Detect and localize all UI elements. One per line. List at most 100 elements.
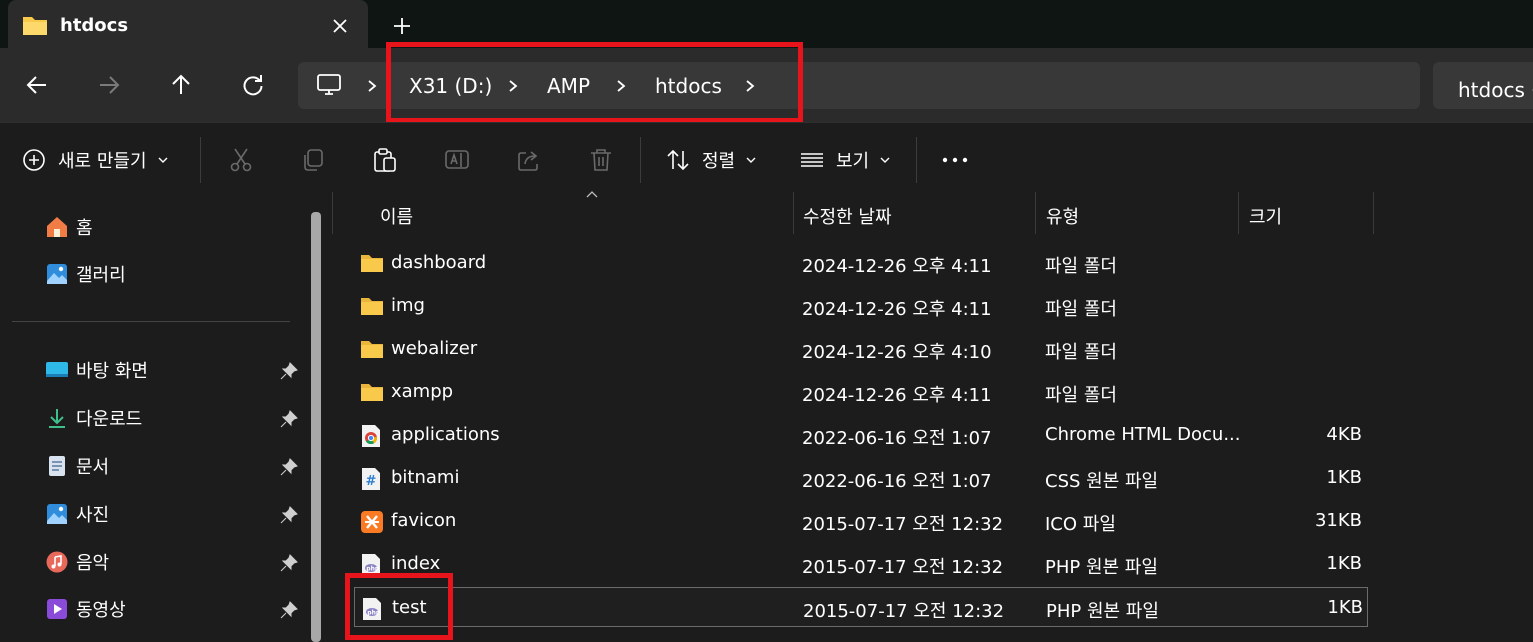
svg-text:#: # <box>366 474 377 489</box>
cut-icon[interactable] <box>228 147 254 173</box>
file-name: favicon <box>391 510 457 531</box>
pin-icon[interactable] <box>280 554 298 572</box>
sort-button[interactable]: 정렬 <box>666 147 757 173</box>
address-bar[interactable]: X31 (D:) AMP htdocs <box>298 62 1420 109</box>
toolbar-divider <box>640 137 641 183</box>
title-bar: htdocs <box>0 0 1533 48</box>
column-header-date[interactable]: 수정한 날짜 <box>793 192 1036 234</box>
column-header-type[interactable]: 유형 <box>1036 192 1239 234</box>
file-date: 2015-07-17 오전 12:32 <box>802 514 1004 535</box>
chevron-down-icon <box>745 155 757 165</box>
sidebar-item-home[interactable]: 홈 <box>46 212 93 242</box>
chevron-right-icon[interactable] <box>366 79 378 93</box>
tab-title: htdocs <box>60 15 129 36</box>
close-tab-icon[interactable] <box>326 12 354 40</box>
column-header-label: 이름 <box>380 207 414 228</box>
forward-arrow-icon[interactable] <box>96 72 122 98</box>
document-icon <box>46 455 68 477</box>
view-button[interactable]: 보기 <box>800 147 891 173</box>
breadcrumb-drive[interactable]: X31 (D:) <box>409 74 492 98</box>
more-options-icon[interactable] <box>942 147 968 173</box>
search-box[interactable]: htdocs 검색 <box>1433 62 1533 109</box>
chevron-down-icon <box>157 155 169 165</box>
pin-icon[interactable] <box>280 362 298 380</box>
sidebar-item-downloads[interactable]: 다운로드 <box>46 403 142 433</box>
svg-text:php: php <box>366 565 380 572</box>
file-type: PHP 원본 파일 <box>1045 557 1158 578</box>
sort-label: 정렬 <box>702 151 736 172</box>
file-row[interactable]: php index 2015-07-17 오전 12:32 PHP 원본 파일 … <box>354 544 1368 584</box>
file-date: 2024-12-26 오후 4:11 <box>802 256 992 277</box>
file-row[interactable]: dashboard 2024-12-26 오후 4:11 파일 폴더 <box>354 243 1368 283</box>
command-bar: 새로 만들기 정렬 보기 <box>0 122 1533 193</box>
svg-text:php: php <box>367 609 381 616</box>
file-date: 2015-07-17 오전 12:32 <box>803 601 1005 622</box>
navigation-bar: X31 (D:) AMP htdocs htdocs 검색 <box>0 48 1533 122</box>
xampp-ico-icon <box>360 510 384 534</box>
plus-circle-icon <box>22 148 46 172</box>
pin-icon[interactable] <box>280 410 298 428</box>
delete-icon[interactable] <box>588 147 614 173</box>
sidebar-item-gallery[interactable]: 갤러리 <box>46 259 126 289</box>
column-header-name[interactable]: 이름 <box>332 191 794 234</box>
file-date: 2024-12-26 오후 4:11 <box>802 299 992 320</box>
sidebar-item-videos[interactable]: 동영상 <box>46 594 126 624</box>
file-date: 2015-07-17 오전 12:32 <box>802 557 1004 578</box>
file-row[interactable]: webalizer 2024-12-26 오후 4:10 파일 폴더 <box>354 329 1368 369</box>
chevron-down-icon <box>879 155 891 165</box>
paste-icon[interactable] <box>372 147 398 173</box>
php-file-icon: php <box>361 597 385 621</box>
file-row[interactable]: img 2024-12-26 오후 4:11 파일 폴더 <box>354 286 1368 326</box>
rename-icon[interactable] <box>444 147 470 173</box>
file-type: PHP 원본 파일 <box>1046 601 1159 622</box>
file-size: 1KB <box>1326 467 1362 488</box>
sidebar-item-music[interactable]: 음악 <box>46 547 109 577</box>
column-header-size[interactable]: 크기 <box>1239 192 1374 234</box>
new-tab-icon[interactable] <box>388 12 416 40</box>
chevron-right-icon[interactable] <box>615 79 627 93</box>
chevron-right-icon[interactable] <box>507 79 519 93</box>
desktop-icon <box>46 359 68 381</box>
file-type: 파일 폴더 <box>1045 256 1117 277</box>
sidebar-item-desktop[interactable]: 바탕 화면 <box>46 355 148 385</box>
copy-icon[interactable] <box>300 147 326 173</box>
file-type: Chrome HTML Docu... <box>1045 424 1241 445</box>
sidebar-item-label: 갤러리 <box>76 265 126 286</box>
sidebar-item-pictures[interactable]: 사진 <box>46 499 109 529</box>
computer-icon[interactable] <box>316 73 342 97</box>
file-row[interactable]: # bitnami 2022-06-16 오전 1:07 CSS 원본 파일 1… <box>354 458 1368 498</box>
column-header-label: 유형 <box>1046 207 1080 228</box>
file-row[interactable]: applications 2022-06-16 오전 1:07 Chrome H… <box>354 415 1368 455</box>
file-name: dashboard <box>391 252 487 273</box>
pin-icon[interactable] <box>280 506 298 524</box>
file-name: webalizer <box>391 338 478 359</box>
sort-arrows-icon <box>666 148 690 172</box>
chevron-right-icon[interactable] <box>744 79 756 93</box>
file-row[interactable]: xampp 2024-12-26 오후 4:11 파일 폴더 <box>354 372 1368 412</box>
file-name: bitnami <box>391 467 460 488</box>
file-name: img <box>391 295 425 316</box>
home-icon <box>46 216 68 238</box>
sidebar-scrollbar[interactable] <box>311 212 321 642</box>
folder-icon <box>360 338 384 362</box>
file-type: 파일 폴더 <box>1045 342 1117 363</box>
refresh-icon[interactable] <box>240 72 266 98</box>
back-arrow-icon[interactable] <box>24 72 50 98</box>
up-arrow-icon[interactable] <box>168 72 194 98</box>
sidebar-item-documents[interactable]: 문서 <box>46 451 109 481</box>
file-row[interactable]: favicon 2015-07-17 오전 12:32 ICO 파일 31KB <box>354 501 1368 541</box>
tab-htdocs[interactable]: htdocs <box>8 0 368 48</box>
folder-icon <box>22 14 48 36</box>
music-icon <box>46 551 68 573</box>
css-file-icon: # <box>360 467 384 491</box>
file-row-selected[interactable]: php test 2015-07-17 오전 12:32 PHP 원본 파일 1… <box>354 587 1368 627</box>
file-type: ICO 파일 <box>1045 514 1116 535</box>
breadcrumb-htdocs[interactable]: htdocs <box>655 74 722 98</box>
pin-icon[interactable] <box>280 601 298 619</box>
pin-icon[interactable] <box>280 458 298 476</box>
file-name: applications <box>391 424 500 445</box>
search-input[interactable]: htdocs 검색 <box>1458 74 1533 103</box>
share-icon[interactable] <box>516 147 542 173</box>
breadcrumb-amp[interactable]: AMP <box>547 74 590 98</box>
new-button[interactable]: 새로 만들기 <box>22 147 169 173</box>
